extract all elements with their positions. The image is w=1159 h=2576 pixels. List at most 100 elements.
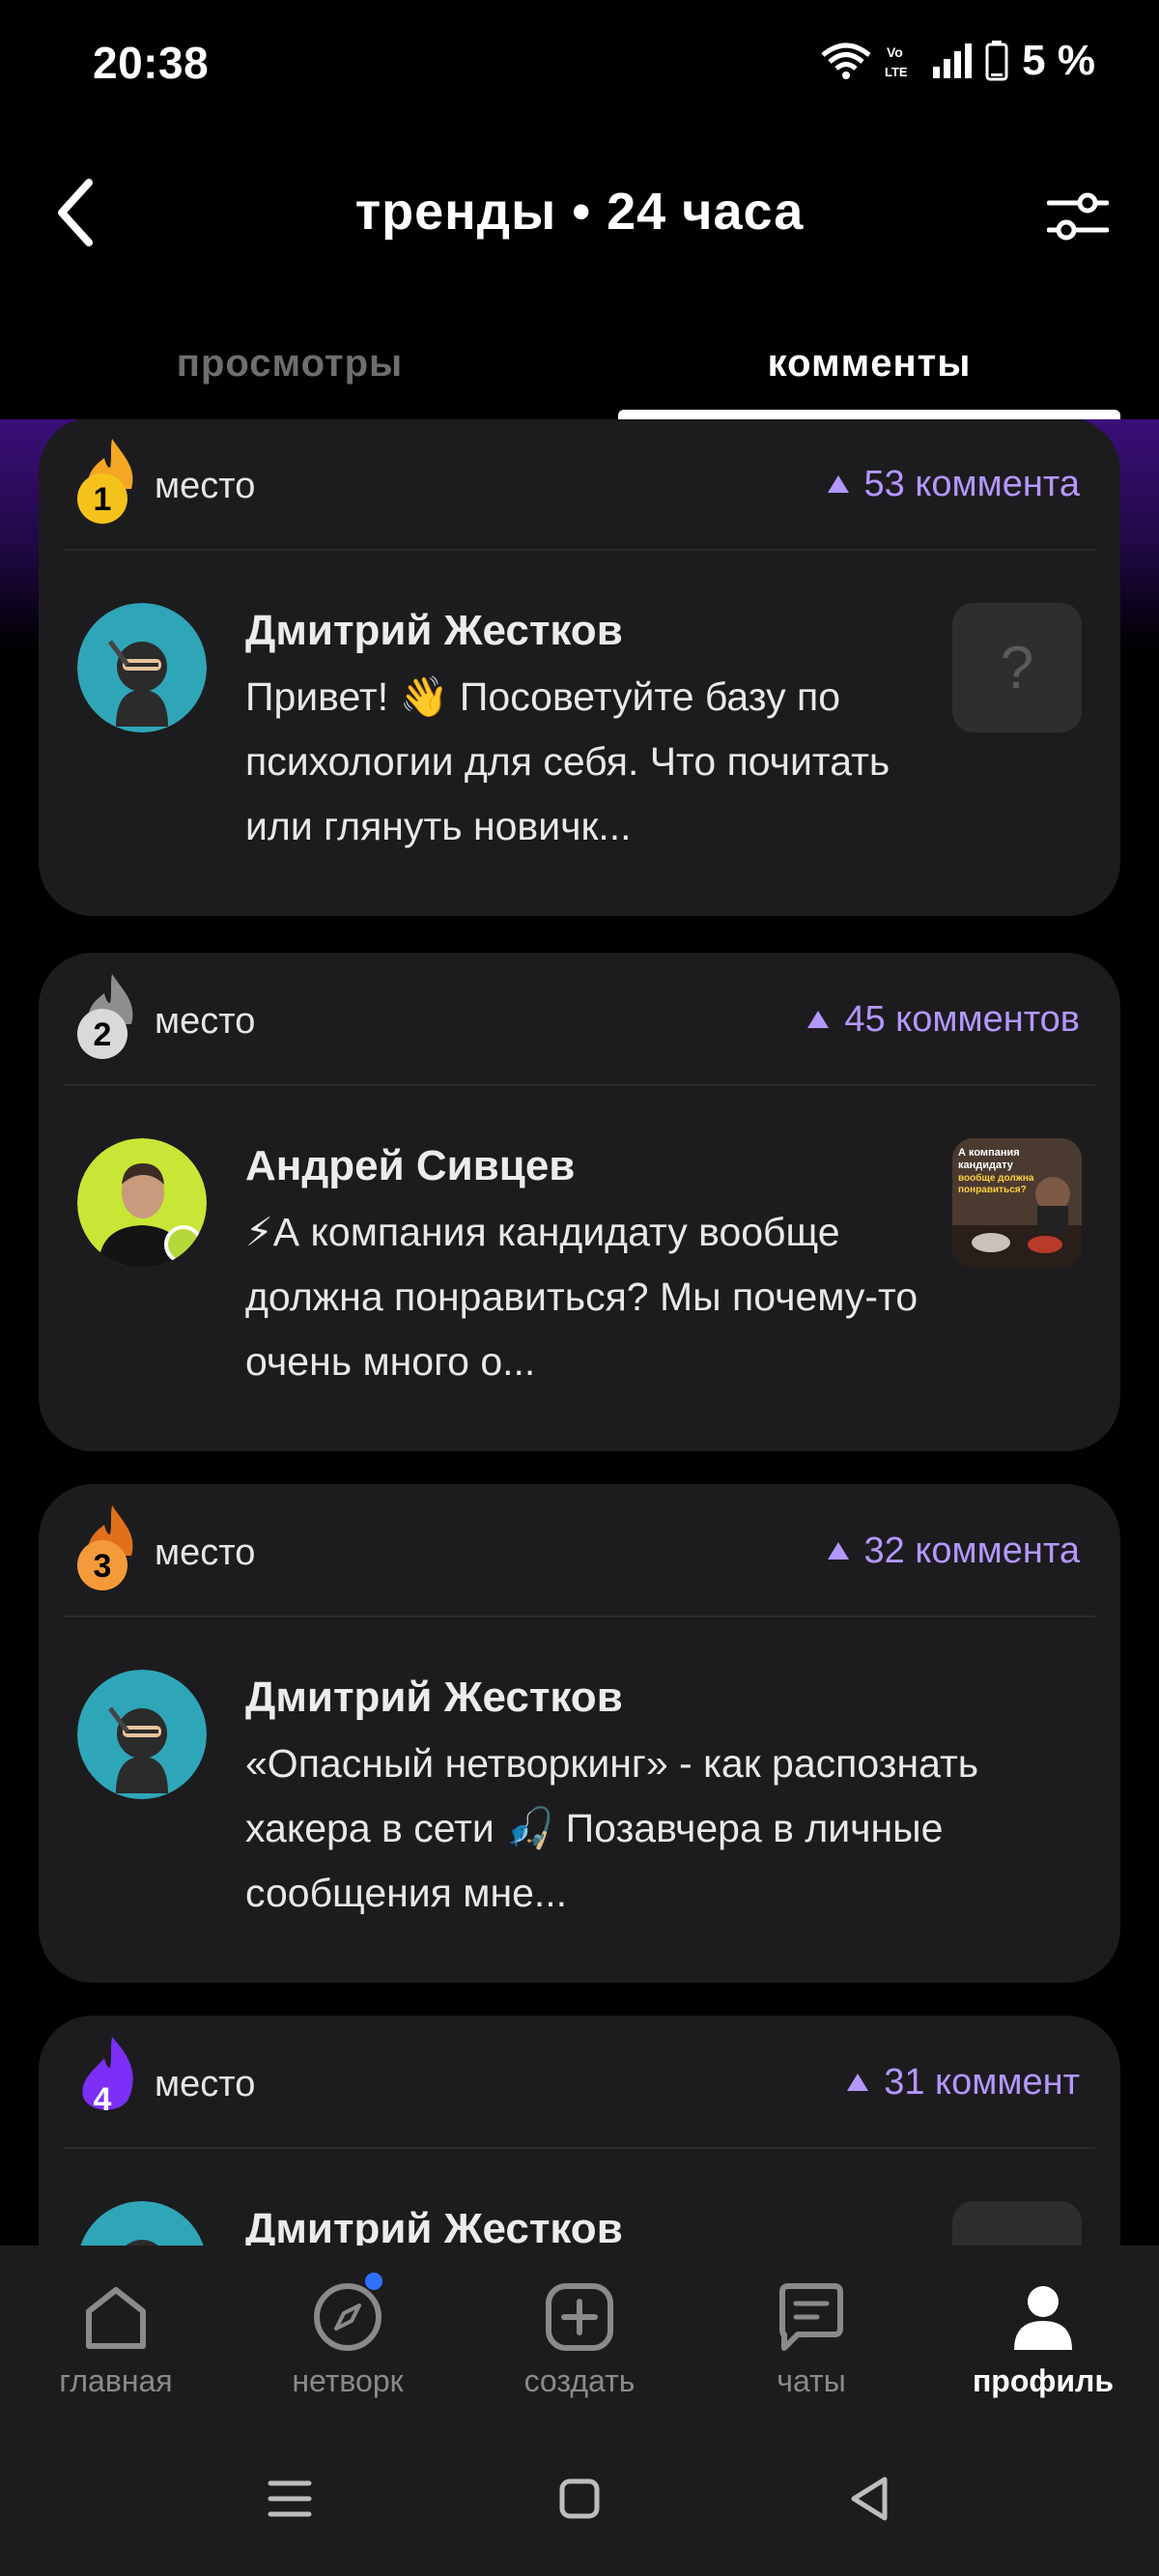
place-label: место [155,1001,256,1042]
triangle-up-icon [847,2073,869,2091]
triangle-up-icon [807,1010,830,1028]
author-name: Дмитрий Жестков [245,607,623,654]
profile-icon [1004,2278,1082,2356]
flame-rank-badge-gold: 1 [77,439,133,524]
tab-comments[interactable]: комменты [618,319,1120,419]
trend-card[interactable]: 1 место 53 коммента Дмитрий Жестков Прив… [39,419,1120,916]
nav-label: чаты [777,2363,846,2398]
nav-chats[interactable]: чаты [715,2278,908,2404]
nav-label: профиль [972,2363,1115,2398]
author-name: Дмитрий Жестков [245,1674,623,1721]
avatar[interactable] [77,603,207,732]
svg-text:понравиться?: понравиться? [958,1185,1027,1195]
home-button[interactable] [551,2470,608,2528]
svg-text:LTE: LTE [885,65,908,79]
trend-card[interactable]: 3 место 32 коммента Дмитрий Жестков «Опа… [39,1484,1120,1983]
comments-count: 53 коммента [827,464,1080,505]
comments-count: 32 коммента [827,1531,1081,1572]
bottom-nav: главная нетворк создать чаты профиль [0,2246,1159,2410]
rank-number: 1 [94,481,112,518]
status-bar: 20:38 Vo LTE 5 % [0,0,1159,126]
divider [64,549,1095,551]
triangle-back-icon [851,2476,888,2521]
tab-views[interactable]: просмотры [39,319,541,419]
trends-feed[interactable]: 1 место 53 коммента Дмитрий Жестков Прив… [0,419,1159,2246]
nav-label: главная [59,2363,173,2398]
filter-button[interactable] [1039,178,1117,255]
comments-count-text: 32 коммента [863,1531,1081,1571]
ninja-avatar-icon [80,2201,204,2246]
post-snippet: «Опасный нетворкинг» - как распознать ха… [245,1741,979,1915]
flame-rank-badge-purple: 4 [82,2037,133,2118]
recent-apps-button[interactable] [261,2470,319,2528]
triangle-up-icon [827,1541,849,1560]
post-thumbnail-placeholder[interactable] [952,2201,1082,2246]
nav-label: создать [523,2363,636,2398]
square-icon [559,2478,600,2519]
divider [64,1616,1095,1617]
post-thumbnail-placeholder[interactable]: ? [952,603,1082,732]
card-header: 1 место 53 коммента [39,419,1120,549]
status-indicators: Vo LTE 5 % [821,37,1095,85]
card-header: 2 место 45 комментов [39,953,1120,1084]
nav-create[interactable]: создать [483,2278,676,2404]
divider [64,2147,1095,2149]
author-name: Андрей Сивцев [245,1142,576,1189]
author-name: Дмитрий Жестков [245,2205,623,2246]
compass-icon [309,2273,386,2356]
svg-text:А компания: А компания [958,1147,1020,1159]
system-navigation-bar [0,2410,1159,2576]
place-label: место [155,2064,256,2104]
post-thumbnail[interactable]: А компания кандидату вообще должна понра… [952,1138,1082,1268]
trend-card[interactable]: 2 место 45 комментов Андрей Сивцев ⚡А ко… [39,953,1120,1451]
battery-icon [985,41,1008,81]
post-snippet: ⚡А компания кандидату вообще должна понр… [245,1210,919,1384]
ninja-avatar-icon [77,1670,207,1799]
divider [64,1084,1095,1086]
wifi-icon [821,43,871,79]
signal-icon [933,43,973,78]
post-image: А компания кандидату вообще должна понра… [952,1138,1082,1268]
back-nav-button[interactable] [840,2470,898,2528]
nav-label: нетворк [292,2363,404,2398]
tabs: просмотры комменты [0,319,1159,419]
flame-rank-badge-silver: 2 [77,974,133,1059]
notification-dot [365,2273,382,2290]
sliders-icon [1047,192,1109,241]
plus-square-icon [541,2278,618,2356]
card-header: 4 место 31 коммент [39,2016,1120,2147]
top-bar: тренды • 24 часа [0,155,1159,271]
question-mark-icon: ? [1000,634,1034,701]
comments-count: 31 коммент [847,2062,1080,2104]
flame-rank-badge-bronze: 3 [77,1505,133,1590]
nav-home[interactable]: главная [19,2278,212,2404]
home-icon [77,2278,155,2356]
post-snippet: Привет! 👋 Посоветуйте базу по психологии… [245,674,890,848]
avatar[interactable] [77,1670,207,1799]
triangle-up-icon [827,474,849,493]
card-header: 3 место 32 коммента [39,1484,1120,1616]
menu-icon [268,2480,312,2517]
chat-icon [773,2278,850,2356]
nav-profile[interactable]: профиль [947,2278,1140,2404]
comments-count-text: 45 комментов [844,999,1080,1040]
comments-count: 45 комментов [807,999,1080,1041]
trend-card[interactable]: 4 место 31 коммент Дмитрий Жестков [39,2016,1120,2246]
rank-number: 3 [94,1548,112,1585]
ninja-avatar-icon [77,603,207,732]
svg-text:кандидату: кандидату [958,1159,1014,1171]
volte-icon: Vo LTE [885,44,908,79]
active-tab-indicator [618,410,1120,419]
avatar[interactable] [77,1138,207,1268]
page-title: тренды • 24 часа [354,183,805,241]
rank-number: 4 [94,2081,112,2118]
svg-text:Vo: Vo [887,44,903,60]
place-label: место [155,466,256,506]
status-time: 20:38 [93,38,210,88]
nav-network[interactable]: нетворк [251,2273,444,2404]
battery-percent: 5 % [1022,37,1095,84]
rank-number: 2 [94,1016,112,1053]
comments-count-text: 31 коммент [884,2062,1080,2103]
avatar[interactable] [77,2201,207,2246]
person-photo-avatar [77,1138,207,1268]
